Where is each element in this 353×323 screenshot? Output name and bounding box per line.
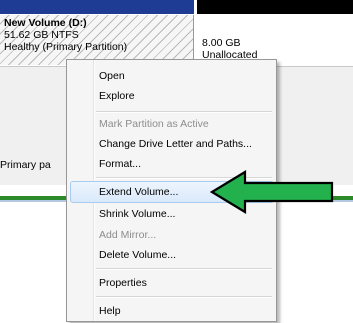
menu-item-change-drive-letter[interactable]: Change Drive Letter and Paths...	[99, 133, 269, 155]
partition-info: New Volume (D:) 51.62 GB NTFS Healthy (P…	[4, 17, 127, 53]
menu-item-properties[interactable]: Properties	[99, 272, 269, 294]
partition-status: Healthy (Primary Partition)	[4, 41, 128, 53]
menu-separator	[96, 268, 272, 270]
unallocated-header-bar	[197, 0, 353, 14]
partition-size: 51.62 GB NTFS	[4, 29, 79, 41]
partition-name: New Volume (D:)	[4, 17, 87, 29]
left-arrow-icon	[210, 170, 334, 214]
partition-header-bar	[0, 0, 194, 14]
unallocated-size: 8.00 GB	[202, 37, 241, 49]
arrow-shape	[210, 170, 334, 214]
menu-item-mark-active[interactable]: Mark Partition as Active	[99, 113, 269, 135]
unallocated-info: 8.00 GB Unallocated	[202, 37, 257, 61]
menu-item-delete-volume[interactable]: Delete Volume...	[99, 244, 269, 266]
menu-item-help[interactable]: Help	[99, 300, 269, 322]
menu-item-explore[interactable]: Explore	[99, 85, 269, 107]
menu-item-add-mirror[interactable]: Add Mirror...	[99, 224, 269, 246]
menu-separator	[96, 296, 272, 298]
menu-item-open[interactable]: Open	[99, 65, 269, 87]
legend-primary-partition: Primary pa	[0, 159, 51, 171]
